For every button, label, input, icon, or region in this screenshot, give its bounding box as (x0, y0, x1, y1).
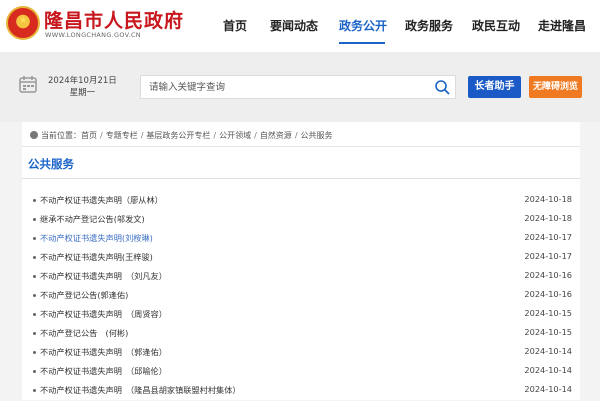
search-input[interactable] (149, 80, 429, 95)
list-item-title[interactable]: 不动产登记公告(郭逢佑) (40, 289, 128, 301)
list-item-title[interactable]: 不动产权证书遗失声明(王梓骏) (40, 251, 153, 263)
breadcrumb: 当前位置：首页 / 专题专栏 / 基层政务公开专栏 / 公开领域 / 自然资源 / 公共服务 (30, 130, 333, 141)
breadcrumb-item[interactable]: 公开领域 (219, 131, 251, 140)
list-item-title[interactable]: 不动产权证书遗失声明 （邱喻伦） (40, 365, 167, 377)
list-item-date: 2024-10-14 (524, 346, 572, 356)
main-nav: 首页 要闻动态 政务公开 政务服务 政民互动 走进隆昌 (210, 0, 600, 52)
list-item[interactable]: 不动产权证书遗失声明 （刘凡友） 2024-10-16 (22, 268, 580, 287)
nav-item-about[interactable]: 走进隆昌 (538, 17, 586, 34)
national-emblem-logo[interactable] (6, 6, 40, 40)
bullet-icon (33, 351, 36, 354)
list-item-date: 2024-10-17 (524, 251, 572, 261)
bullet-icon (33, 275, 36, 278)
site-url: WWW.LONGCHANG.GOV.CN (45, 31, 141, 39)
list-item-title[interactable]: 不动产权证书遗失声明 （周贤容） (40, 308, 167, 320)
list-item-date: 2024-10-14 (524, 384, 572, 394)
content-panel: 当前位置：首页 / 专题专栏 / 基层政务公开专栏 / 公开领域 / 自然资源 / 公共服务 公共服… (22, 122, 580, 400)
list-item-date: 2024-10-18 (524, 194, 572, 204)
list-item[interactable]: 不动产权证书遗失声明（廖从林） 2024-10-18 (22, 192, 580, 211)
list-item-title[interactable]: 继承不动产登记公告(邬发文) (40, 213, 145, 225)
toolbar: 2024年10月21日 星期一 长者助手 无障碍浏览 (0, 52, 600, 122)
elder-assistant-button[interactable]: 长者助手 (468, 76, 521, 98)
list-item-date: 2024-10-15 (524, 327, 572, 337)
breadcrumb-item[interactable]: 公共服务 (301, 131, 333, 140)
nav-active-indicator (339, 42, 385, 44)
breadcrumb-item[interactable]: 专题专栏 (106, 131, 138, 140)
list-item-title[interactable]: 不动产权证书遗失声明（廖从林） (40, 194, 163, 206)
site-header: 隆昌市人民政府 WWW.LONGCHANG.GOV.CN 首页 要闻动态 政务公… (0, 0, 600, 52)
bullet-icon (33, 237, 36, 240)
bullet-icon (33, 199, 36, 202)
nav-item-home[interactable]: 首页 (223, 17, 247, 34)
list-item-date: 2024-10-14 (524, 365, 572, 375)
list-item-title[interactable]: 不动产登记公告 (何彬) (40, 327, 128, 339)
bullet-icon (33, 294, 36, 297)
accessibility-button[interactable]: 无障碍浏览 (529, 76, 582, 98)
location-icon (30, 131, 38, 139)
section-divider (22, 178, 580, 179)
calendar-icon (19, 76, 37, 93)
list-item[interactable]: 不动产登记公告 (何彬) 2024-10-15 (22, 325, 580, 344)
nav-item-gov-affairs[interactable]: 政务公开 (339, 17, 387, 34)
site-title[interactable]: 隆昌市人民政府 (44, 6, 184, 33)
list-item-title[interactable]: 不动产权证书遗失声明 （郭逢佑） (40, 346, 167, 358)
list-item[interactable]: 不动产权证书遗失声明(刘桉琳) 2024-10-17 (22, 230, 580, 249)
nav-item-gov-service[interactable]: 政务服务 (405, 17, 453, 34)
breadcrumb-item[interactable]: 基层政务公开专栏 (146, 131, 210, 140)
current-date: 2024年10月21日 星期一 (48, 75, 117, 99)
bullet-icon (33, 218, 36, 221)
list-item-date: 2024-10-17 (524, 232, 572, 242)
search-box (140, 75, 456, 99)
list-item-title[interactable]: 不动产权证书遗失声明 （隆昌县胡家镇联盟村村集体） (40, 384, 241, 396)
list-item-date: 2024-10-16 (524, 289, 572, 299)
section-title: 公共服务 (28, 157, 74, 171)
nav-item-interaction[interactable]: 政民互动 (472, 17, 520, 34)
breadcrumb-divider (22, 146, 580, 147)
list-item-title[interactable]: 不动产权证书遗失声明 （刘凡友） (40, 270, 167, 282)
bullet-icon (33, 389, 36, 392)
list-item[interactable]: 继承不动产登记公告(邬发文) 2024-10-18 (22, 211, 580, 230)
list-item[interactable]: 不动产权证书遗失声明(王梓骏) 2024-10-17 (22, 249, 580, 268)
list-item[interactable]: 不动产登记公告(郭逢佑) 2024-10-16 (22, 287, 580, 306)
breadcrumb-item[interactable]: 自然资源 (260, 131, 292, 140)
list-item-date: 2024-10-15 (524, 308, 572, 318)
article-list: 不动产权证书遗失声明（廖从林） 2024-10-18 继承不动产登记公告(邬发文) 2… (22, 192, 580, 401)
bullet-icon (33, 370, 36, 373)
weekday-label: 星期一 (69, 88, 96, 98)
list-item[interactable]: 不动产权证书遗失声明 （郭逢佑） 2024-10-14 (22, 344, 580, 363)
bullet-icon (33, 332, 36, 335)
bullet-icon (33, 256, 36, 259)
list-item-date: 2024-10-16 (524, 270, 572, 280)
bullet-icon (33, 313, 36, 316)
list-item[interactable]: 不动产权证书遗失声明 （邱喻伦） 2024-10-14 (22, 363, 580, 382)
list-item-title[interactable]: 不动产权证书遗失声明(刘桉琳) (40, 232, 153, 244)
breadcrumb-item[interactable]: 首页 (81, 131, 97, 140)
date-label: 2024年10月21日 (48, 76, 117, 86)
list-item[interactable]: 不动产权证书遗失声明 （周贤容） 2024-10-15 (22, 306, 580, 325)
nav-item-news[interactable]: 要闻动态 (270, 17, 318, 34)
list-item[interactable]: 不动产权证书遗失声明 （隆昌县胡家镇联盟村村集体） 2024-10-14 (22, 382, 580, 401)
breadcrumb-prefix: 当前位置： (41, 131, 81, 140)
search-icon[interactable] (434, 79, 450, 95)
list-item-date: 2024-10-18 (524, 213, 572, 223)
